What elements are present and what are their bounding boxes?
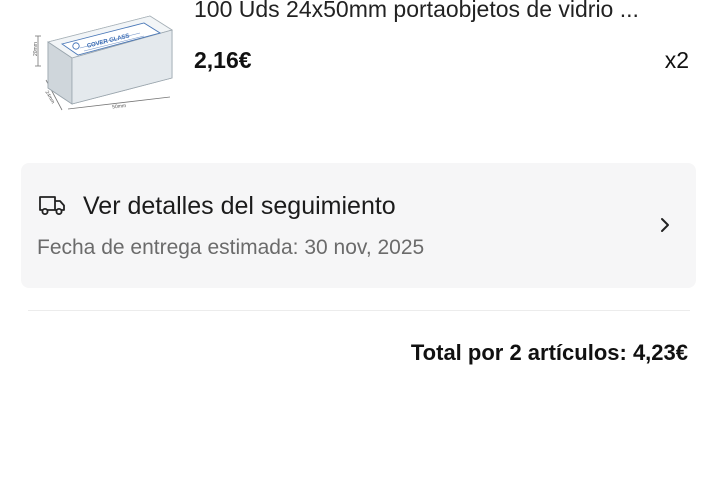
- order-detail-screen: 20mm 24mm 50mm COVER GLASS 100 Uds 24x50…: [0, 0, 720, 480]
- product-quantity: x2: [664, 47, 689, 73]
- product-price: 2,16€: [194, 47, 252, 73]
- order-total: Total por 2 artículos: 4,23€: [410, 340, 688, 365]
- product-title[interactable]: 100 Uds 24x50mm portaobjetos de vidrio .…: [194, 0, 694, 24]
- thumb-dim-width: 50mm: [112, 103, 126, 110]
- order-item-row[interactable]: 20mm 24mm 50mm COVER GLASS 100 Uds 24x50…: [0, 0, 720, 130]
- estimated-delivery-date: Fecha de entrega estimada: 30 nov, 2025: [37, 236, 425, 259]
- truck-icon: [39, 196, 65, 215]
- section-divider: [28, 310, 690, 311]
- chevron-right-icon: [661, 218, 669, 232]
- thumb-dim-height: 20mm: [33, 42, 39, 56]
- tracking-title: Ver detalles del seguimiento: [83, 192, 396, 220]
- tracking-details-button[interactable]: Ver detalles del seguimiento Fecha de en…: [21, 163, 696, 288]
- product-thumbnail[interactable]: 20mm 24mm 50mm COVER GLASS: [32, 8, 177, 116]
